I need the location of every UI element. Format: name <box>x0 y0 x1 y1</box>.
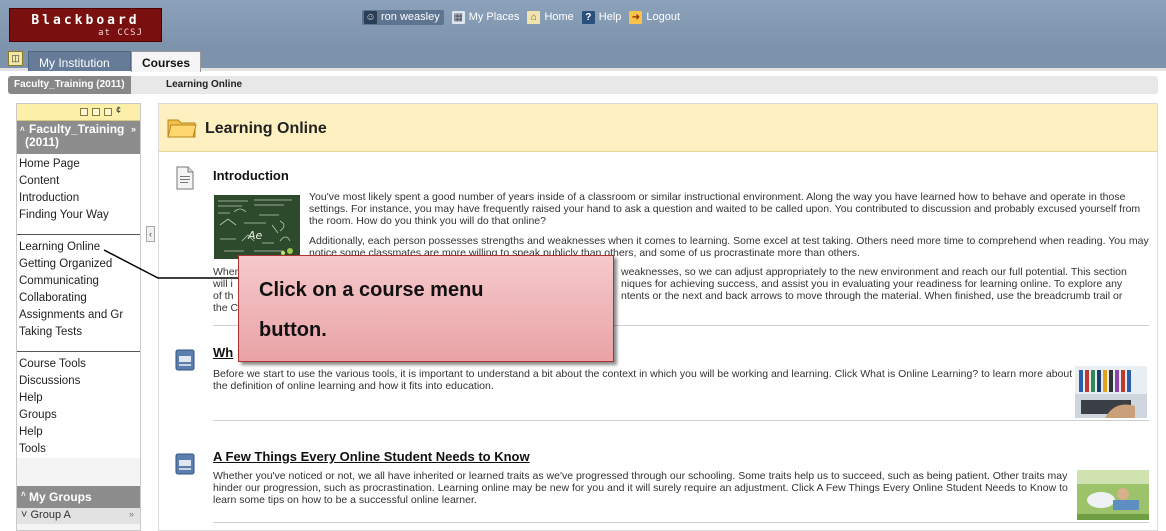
course-menu-list: Home Page Content Introduction Finding Y… <box>17 154 140 458</box>
student-outdoors-image <box>1077 470 1149 520</box>
item-few-things-body: Whether you've noticed or not, we all ha… <box>213 470 1068 506</box>
menu-item-introduction[interactable]: Introduction <box>17 190 140 207</box>
item-intro-p3-fragment-a: When <box>213 266 241 278</box>
callout-text: Click on a course menu button. <box>259 270 589 350</box>
collapse-menu-icon[interactable]: ‹ <box>146 226 155 242</box>
menu-item-tools[interactable]: Tools <box>17 441 140 458</box>
chalkboard-image: Ae <box>214 195 300 259</box>
tab-row: ◫ My Institution Courses <box>0 48 1166 72</box>
menu-item-help[interactable]: Help <box>17 390 140 407</box>
menu-settings-icon[interactable]: ¢ <box>116 105 124 115</box>
item-intro-paragraph1: You've most likely spent a good number o… <box>309 191 1141 227</box>
item-online-learning-body: Before we start to use the various tools… <box>213 368 1073 392</box>
instruction-callout: Click on a course menu button. <box>238 255 614 362</box>
my-groups-label: My Groups <box>29 490 92 504</box>
online-learning-image <box>1075 366 1147 418</box>
blackboard-logo[interactable]: Blackboard at CCSJ <box>9 8 162 42</box>
menu-item-help-2[interactable]: Help <box>17 424 140 441</box>
home-icon: ⌂ <box>527 10 541 24</box>
logout-label: Logout <box>646 11 681 23</box>
help-link[interactable]: ? Help <box>581 10 622 24</box>
item-intro-p3-fragment-d: niques for achieving success, and assist… <box>621 278 1123 290</box>
tab-courses[interactable]: Courses <box>131 51 201 72</box>
item-intro-p3-fragment-b: weaknesses, so we can adjust appropriate… <box>621 266 1127 278</box>
menu-item-finding-your-way[interactable]: Finding Your Way <box>17 207 140 224</box>
callout-line1: Click on a course menu <box>259 279 484 301</box>
course-title-line2: (2011) <box>25 135 60 149</box>
callout-line2: button. <box>259 319 327 341</box>
my-groups-header[interactable]: ˄ My Groups <box>17 486 140 508</box>
document-icon <box>176 166 194 190</box>
item-intro-p3-fragment-f: ntents or the next and back arrows to mo… <box>621 290 1123 302</box>
expand-arrow-icon: ˅ <box>21 509 28 521</box>
logo-text: Blackboard <box>31 13 140 28</box>
logout-link[interactable]: ➜ Logout <box>629 10 681 24</box>
menu-item-collaborating[interactable]: Collaborating <box>17 290 140 307</box>
item-intro-p3-fragment-c: will i <box>213 278 233 290</box>
logo-subtext: at CCSJ <box>98 28 143 38</box>
places-icon: ▦ <box>451 10 465 24</box>
menu-item-taking-tests[interactable]: Taking Tests <box>17 324 140 341</box>
help-label: Help <box>598 11 622 23</box>
tab-menu-icon[interactable]: ◫ <box>8 51 23 66</box>
menu-divider <box>17 351 140 352</box>
tab-my-institution[interactable]: My Institution <box>28 51 131 71</box>
course-menu: ¢ ˄ » Faculty_Training (2011) Home Page … <box>16 103 141 531</box>
page-title: Learning Online <box>205 120 327 137</box>
menu-item-course-tools[interactable]: Course Tools <box>17 356 140 373</box>
breadcrumb-current: Learning Online <box>166 79 243 90</box>
home-link[interactable]: ⌂ Home <box>527 10 574 24</box>
logout-icon: ➜ <box>629 10 643 24</box>
menu-view-folder-icon[interactable] <box>92 108 100 116</box>
group-a-label: Group A <box>30 509 71 521</box>
item-intro-p3-fragment-e: of th <box>213 290 234 302</box>
breadcrumb: Faculty_Training (2011) Learning Online <box>0 74 1166 96</box>
menu-view-controls: ¢ <box>17 104 140 121</box>
folder-icon <box>167 119 197 138</box>
my-places-link[interactable]: ▦ My Places <box>451 10 520 24</box>
group-a-item[interactable]: ˅ Group A » <box>17 508 140 524</box>
user-icon: ☺ <box>364 10 377 24</box>
item-divider <box>213 522 1149 523</box>
expand-arrow-icon[interactable]: » <box>131 123 136 136</box>
item-divider <box>213 420 1149 421</box>
menu-item-assignments[interactable]: Assignments and Gr <box>17 307 140 324</box>
menu-item-groups[interactable]: Groups <box>17 407 140 424</box>
content-header: Learning Online <box>159 104 1157 152</box>
menu-view-list-icon[interactable] <box>80 108 88 116</box>
menu-divider <box>17 234 140 235</box>
item-intro-p3-fragment-g: the C <box>213 302 239 314</box>
top-header: Blackboard at CCSJ ☺ ron weasley ▦ My Pl… <box>0 0 1166 48</box>
menu-view-window-icon[interactable] <box>104 108 112 116</box>
home-label: Home <box>544 11 574 23</box>
menu-item-communicating[interactable]: Communicating <box>17 273 140 290</box>
svg-text:Ae: Ae <box>247 229 263 242</box>
my-places-label: My Places <box>468 11 520 23</box>
menu-item-discussions[interactable]: Discussions <box>17 373 140 390</box>
menu-item-home-page[interactable]: Home Page <box>17 156 140 173</box>
user-name-link[interactable]: ☺ ron weasley <box>362 9 444 25</box>
item-title-online-learning[interactable]: Wh <box>213 345 233 360</box>
menu-item-content[interactable]: Content <box>17 173 140 190</box>
item-title-introduction[interactable]: Introduction <box>213 168 289 183</box>
breadcrumb-course-link[interactable]: Faculty_Training (2011) <box>8 76 131 94</box>
user-name-label: ron weasley <box>381 11 440 23</box>
help-icon: ? <box>581 10 595 24</box>
collapse-arrow-icon: ˄ <box>20 125 25 134</box>
module-icon <box>175 453 195 475</box>
item-title-few-things[interactable]: A Few Things Every Online Student Needs … <box>213 449 530 464</box>
module-icon <box>175 349 195 371</box>
top-nav: ☺ ron weasley ▦ My Places ⌂ Home ? Help … <box>362 9 680 25</box>
group-open-icon[interactable]: » <box>129 509 134 519</box>
menu-item-learning-online[interactable]: Learning Online <box>17 239 140 256</box>
menu-item-getting-organized[interactable]: Getting Organized <box>17 256 140 273</box>
collapse-arrow-icon: ˄ <box>21 490 26 499</box>
course-title[interactable]: ˄ » Faculty_Training (2011) <box>17 121 140 154</box>
